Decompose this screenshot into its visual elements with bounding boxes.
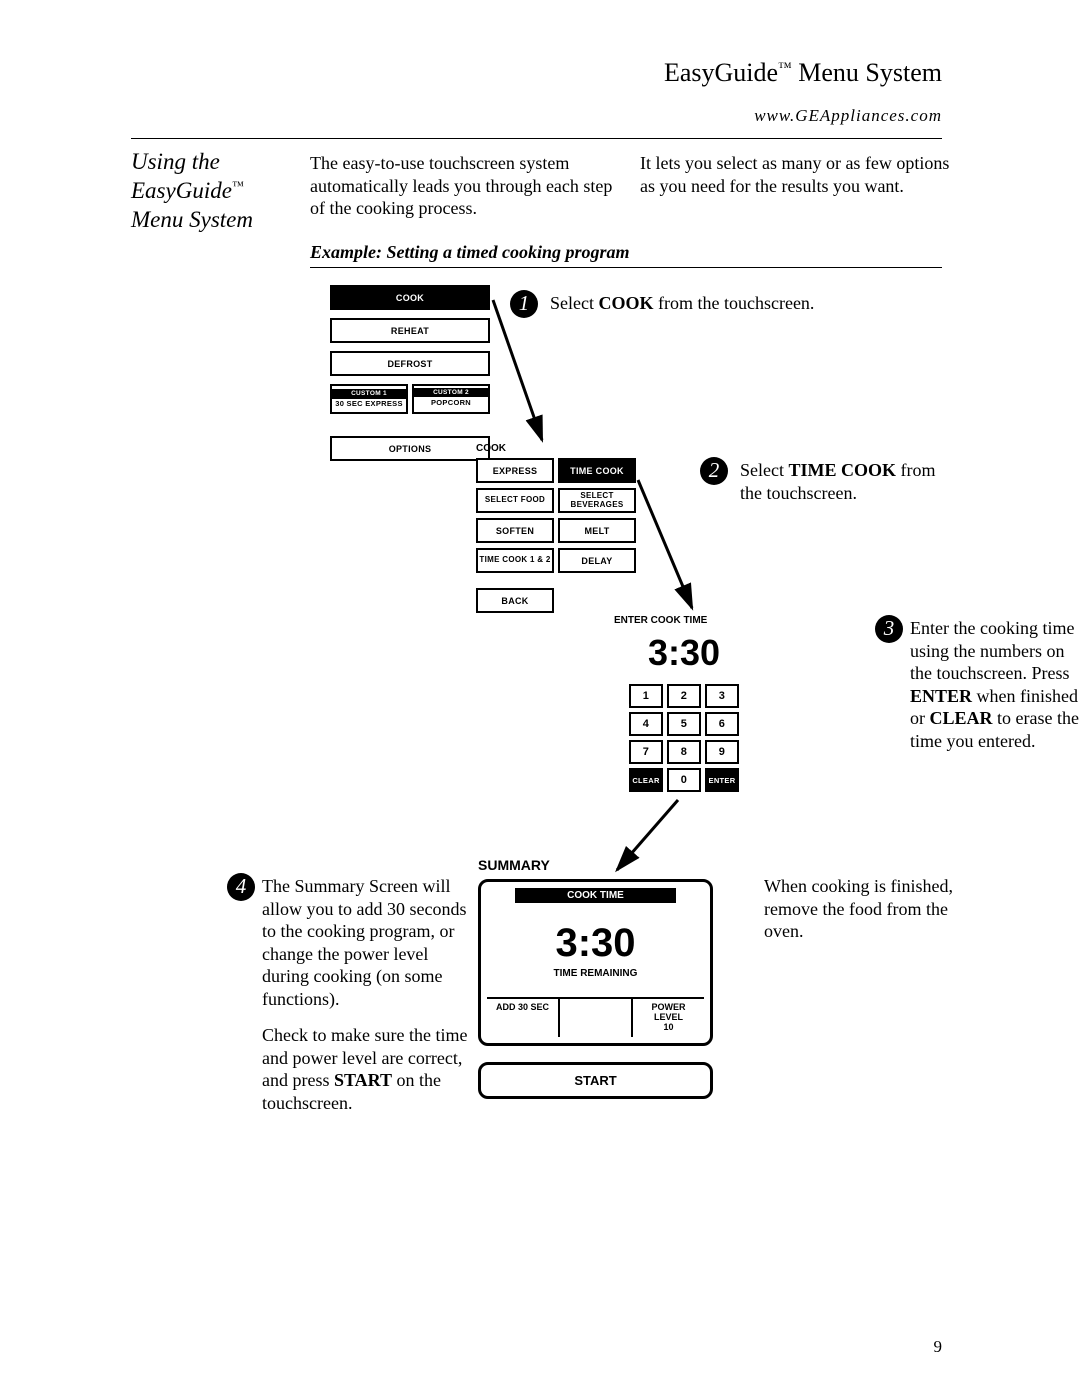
custom1-button[interactable]: CUSTOM 1 30 SEC EXPRESS: [330, 384, 408, 414]
cook-time-label: COOK TIME: [515, 888, 676, 903]
key-6[interactable]: 6: [705, 712, 739, 736]
cook-button[interactable]: COOK: [330, 285, 490, 310]
key-3[interactable]: 3: [705, 684, 739, 708]
step-1-text: Select COOK from the touchscreen.: [550, 292, 900, 315]
intro-paragraph-right: It lets you select as many or as few opt…: [640, 152, 960, 197]
cook-screen-title: COOK: [476, 443, 636, 454]
cook-time-display: 3:30: [614, 632, 754, 674]
defrost-button[interactable]: DEFROST: [330, 351, 490, 376]
start-button[interactable]: START: [478, 1062, 713, 1099]
key-4[interactable]: 4: [629, 712, 663, 736]
screen-main-menu: COOK REHEAT DEFROST CUSTOM 1 30 SEC EXPR…: [330, 285, 490, 469]
horizontal-rule: [131, 138, 942, 139]
key-5[interactable]: 5: [667, 712, 701, 736]
step-4-text-left: The Summary Screen will allow you to add…: [262, 875, 472, 1114]
timecook-button[interactable]: TIME COOK: [558, 458, 636, 483]
summary-title: SUMMARY: [478, 857, 713, 873]
power-level-button[interactable]: POWER LEVEL 10: [631, 999, 704, 1037]
reheat-button[interactable]: REHEAT: [330, 318, 490, 343]
enter-cook-time-title: ENTER COOK TIME: [614, 615, 754, 626]
step-4-bubble: 4: [227, 873, 255, 901]
summary-middle-cell: [558, 999, 631, 1037]
example-heading: Example: Setting a timed cooking program: [310, 242, 942, 268]
step-2-bubble: 2: [700, 457, 728, 485]
step-1-bubble: 1: [510, 290, 538, 318]
page-title: EasyGuide™ Menu System: [664, 58, 942, 88]
express-button[interactable]: EXPRESS: [476, 458, 554, 483]
clear-button[interactable]: CLEAR: [629, 768, 663, 792]
key-8[interactable]: 8: [667, 740, 701, 764]
summary-time-display: 3:30: [487, 921, 704, 966]
screen-cook-menu: COOK EXPRESS TIME COOK SELECT FOOD SELEC…: [476, 443, 636, 618]
key-9[interactable]: 9: [705, 740, 739, 764]
header-url: www.GEAppliances.com: [664, 106, 942, 126]
key-7[interactable]: 7: [629, 740, 663, 764]
intro-paragraph-left: The easy-to-use touchscreen system autom…: [310, 152, 620, 220]
custom2-button[interactable]: CUSTOM 2 POPCORN: [412, 384, 490, 414]
add-30-sec-button[interactable]: ADD 30 SEC: [487, 999, 558, 1037]
key-1[interactable]: 1: [629, 684, 663, 708]
step-4-text-right: When cooking is finished, remove the foo…: [764, 875, 964, 943]
step-3-text: Enter the cooking time using the numbers…: [910, 617, 1080, 752]
timecook12-button[interactable]: TIME COOK 1 & 2: [476, 548, 554, 573]
step-2-text: Select TIME COOK from the touchscreen.: [740, 459, 960, 504]
time-remaining-label: TIME REMAINING: [487, 968, 704, 979]
back-button[interactable]: BACK: [476, 588, 554, 613]
screen-enter-cook-time: ENTER COOK TIME 3:30 1 2 3 4 5 6 7 8 9 C…: [614, 615, 754, 792]
select-beverages-button[interactable]: SELECT BEVERAGES: [558, 488, 636, 513]
page-number: 9: [934, 1337, 943, 1357]
select-food-button[interactable]: SELECT FOOD: [476, 488, 554, 513]
screen-summary: SUMMARY COOK TIME 3:30 TIME REMAINING AD…: [478, 857, 713, 1099]
key-2[interactable]: 2: [667, 684, 701, 708]
section-title: Using the EasyGuide™ Menu System: [131, 148, 281, 234]
delay-button[interactable]: DELAY: [558, 548, 636, 573]
enter-button[interactable]: ENTER: [705, 768, 739, 792]
options-button[interactable]: OPTIONS: [330, 436, 490, 461]
step-3-bubble: 3: [875, 615, 903, 643]
soften-button[interactable]: SOFTEN: [476, 518, 554, 543]
numeric-keypad: 1 2 3 4 5 6 7 8 9 CLEAR 0 ENTER: [614, 684, 754, 792]
melt-button[interactable]: MELT: [558, 518, 636, 543]
key-0[interactable]: 0: [667, 768, 701, 792]
